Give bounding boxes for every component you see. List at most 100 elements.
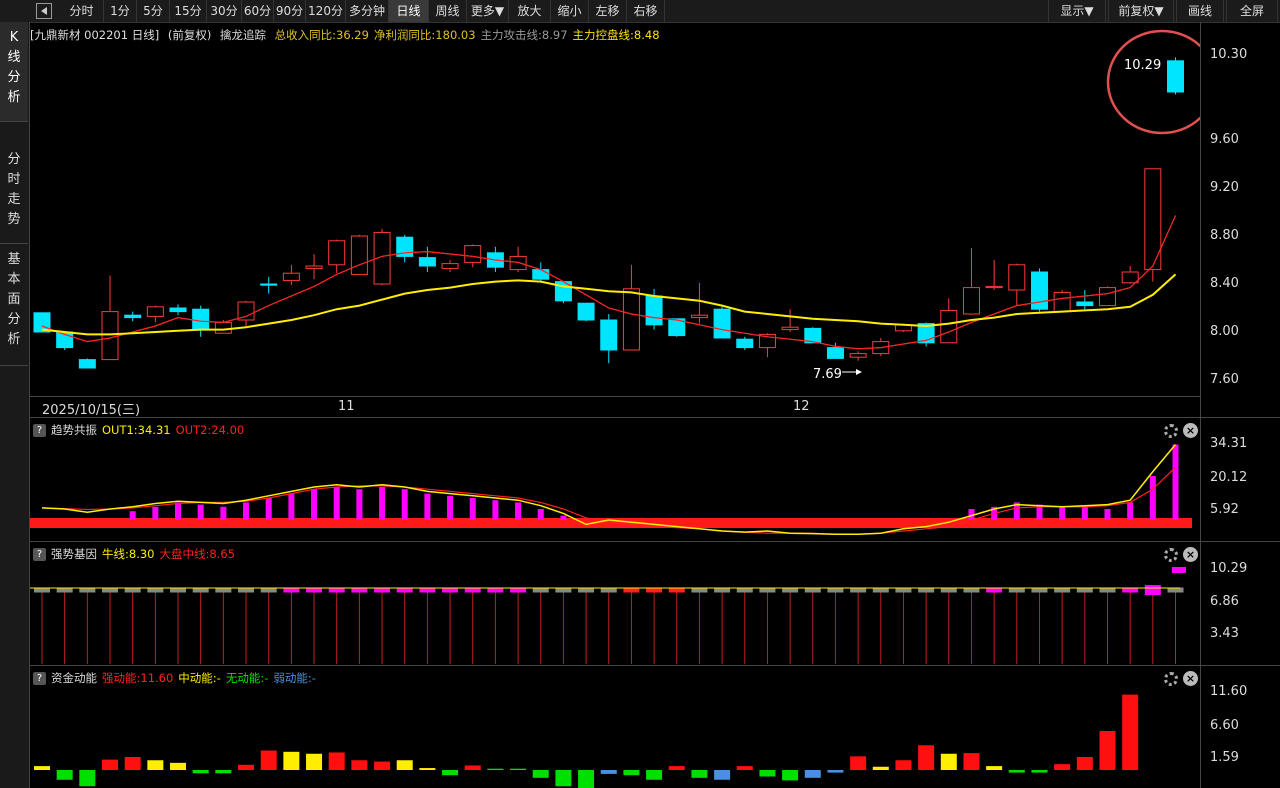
price-axis-label: 8.80 <box>1210 228 1239 243</box>
panel2-axis-label: 6.86 <box>1210 594 1239 609</box>
panel3-axis-label: 1.59 <box>1210 750 1239 765</box>
panel3-bar <box>374 761 391 770</box>
candle-body <box>33 312 51 333</box>
panel3-bar <box>328 752 345 770</box>
candle-body <box>350 235 368 275</box>
panel1-bar <box>379 487 386 520</box>
panel3-bar <box>850 756 867 770</box>
panel3-bar <box>782 770 799 781</box>
candlestick-chart[interactable] <box>0 0 1200 788</box>
candle-body <box>464 245 482 263</box>
low-price-label: 7.69 <box>813 367 842 382</box>
price-axis-label: 10.30 <box>1210 47 1248 62</box>
panel3-bar <box>442 770 459 776</box>
panel3-axis-label: 6.60 <box>1210 718 1239 733</box>
panel1-axis-label: 5.92 <box>1210 502 1239 517</box>
panel3-bar <box>623 770 640 776</box>
panel3-bar <box>668 766 685 770</box>
panel1-bar <box>515 502 522 520</box>
panel1-bar <box>1149 476 1156 520</box>
price-axis-label: 9.20 <box>1210 180 1239 195</box>
panel3-bar <box>487 768 504 770</box>
panel1-bar <box>1127 502 1134 520</box>
panel3-bar <box>396 760 413 770</box>
candle-body <box>826 347 844 359</box>
price-axis-label: 9.60 <box>1210 132 1239 147</box>
panel3-bar <box>646 770 663 780</box>
panel1-bar <box>469 498 476 520</box>
candle-body <box>736 338 754 349</box>
candle-body <box>441 263 459 269</box>
panel2-axis-label: 10.29 <box>1210 561 1248 576</box>
panel3-bar <box>691 770 708 778</box>
toolbar-right-3[interactable]: 全屏 <box>1226 0 1278 22</box>
panel1-axis-label: 20.12 <box>1210 470 1248 485</box>
panel3-bar <box>34 766 50 770</box>
panel3-bar <box>578 770 595 788</box>
panel3-bar <box>986 766 1003 770</box>
panel3-bar <box>464 765 481 770</box>
panel3-bar <box>238 764 255 770</box>
panel3-bar <box>260 750 277 770</box>
panel1-bar <box>1104 509 1111 520</box>
candle-body <box>713 308 731 339</box>
panel3-bar <box>124 757 141 770</box>
candle-body <box>1053 291 1071 313</box>
panel1-bar <box>401 489 408 520</box>
candle-body <box>1167 60 1184 93</box>
panel1-bar <box>333 487 340 520</box>
panel3-bar <box>1054 764 1071 770</box>
candle-body <box>962 287 980 315</box>
candle-body <box>101 311 119 361</box>
panel3-bar <box>419 768 436 770</box>
panel1-bar <box>243 502 250 520</box>
panel3-bar <box>895 760 912 770</box>
candle-body <box>1008 264 1026 291</box>
panel3-bar <box>827 770 844 773</box>
panel3-bar <box>872 766 889 770</box>
panel1-bar <box>152 506 159 520</box>
panel1-axis-label: 34.31 <box>1210 436 1248 451</box>
panel1-bar <box>1081 506 1088 520</box>
y-axis-line <box>1200 22 1201 788</box>
candle-body <box>781 326 799 331</box>
panel3-bar <box>532 770 549 778</box>
candle-body <box>1076 301 1094 307</box>
candle-body <box>305 265 323 269</box>
candle-body <box>1121 271 1139 284</box>
panel3-bar <box>1008 770 1025 773</box>
panel1-bar <box>492 500 499 520</box>
panel3-bar <box>1076 757 1093 770</box>
candle-body <box>600 319 618 351</box>
candle-body <box>690 314 708 319</box>
candle-body <box>328 240 346 266</box>
candle-body <box>1098 287 1116 307</box>
panel1-bar <box>537 509 544 520</box>
panel3-bar <box>1122 694 1139 770</box>
low-arrow-head <box>856 369 862 375</box>
panel3-bar <box>510 768 527 770</box>
panel1-bar <box>424 493 431 520</box>
panel3-bar <box>102 759 119 770</box>
panel3-bar <box>1099 731 1116 770</box>
candle-body <box>169 307 187 313</box>
panel1-bar <box>1172 444 1179 520</box>
candle-body <box>282 272 300 281</box>
panel3-bar <box>600 770 617 774</box>
candle-body <box>192 308 210 331</box>
candle-body <box>124 314 142 319</box>
candle-body <box>645 295 663 326</box>
candle-body <box>260 283 278 286</box>
price-axis-label: 7.60 <box>1210 372 1239 387</box>
panel3-bar <box>215 770 232 774</box>
panel3-bar <box>192 770 209 774</box>
panel3-bar <box>940 753 957 770</box>
panel3-bar <box>714 770 731 780</box>
panel1-bar <box>447 495 454 520</box>
candle-body <box>940 309 958 344</box>
panel1-bar <box>1059 506 1066 520</box>
panel1-bar <box>220 506 227 520</box>
candle-body <box>577 302 595 321</box>
panel1-bar <box>356 489 363 520</box>
panel3-bar <box>79 770 96 787</box>
